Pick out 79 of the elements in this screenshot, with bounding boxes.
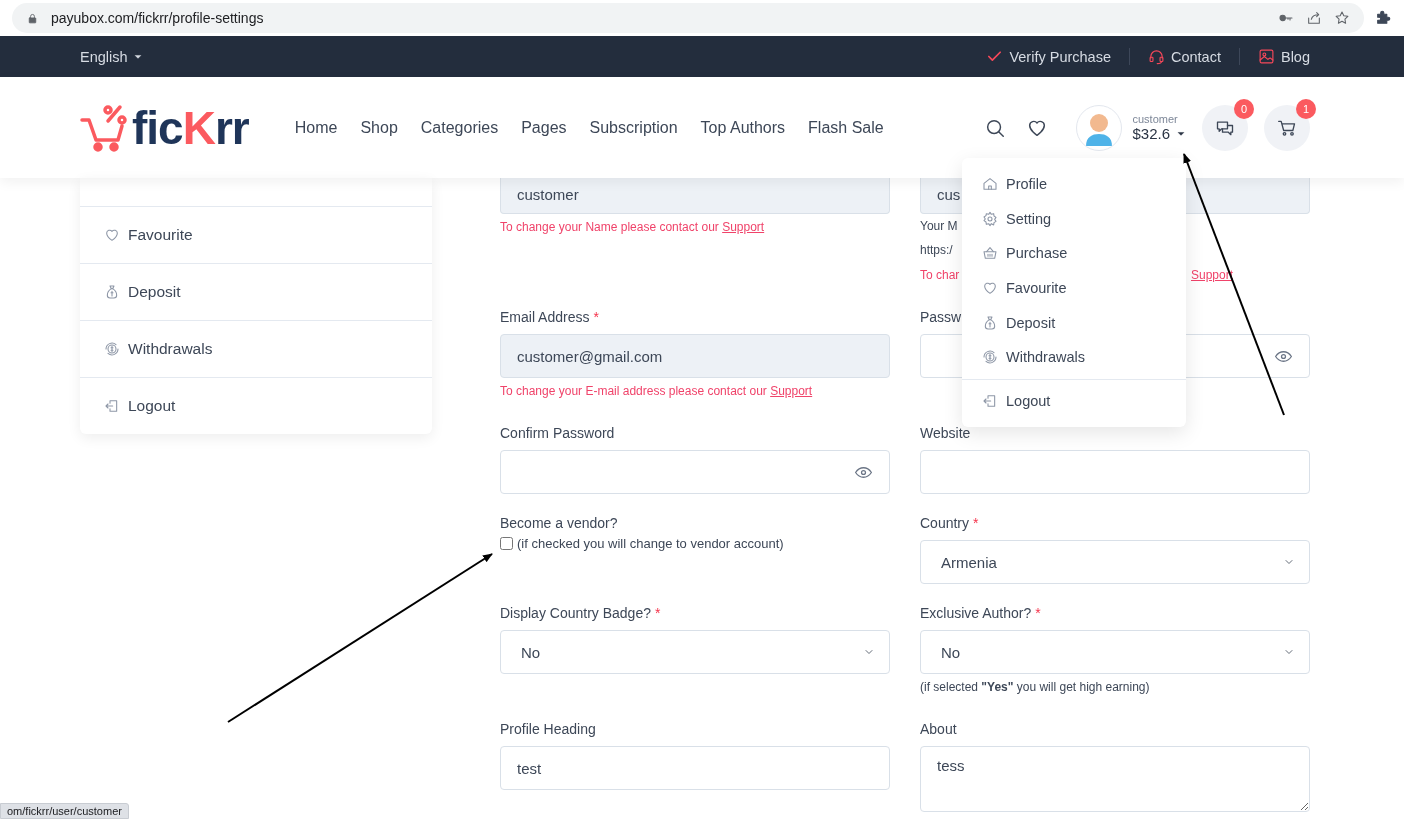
home-icon bbox=[982, 176, 998, 193]
sidebar-item[interactable]: Withdrawals bbox=[80, 321, 432, 378]
top-link[interactable]: Verify Purchase bbox=[968, 48, 1129, 65]
balance-text[interactable]: $32.6 bbox=[1132, 125, 1170, 142]
select-field[interactable]: No bbox=[920, 630, 1310, 674]
hint-text: Your M bbox=[920, 218, 958, 235]
share-icon bbox=[1306, 10, 1322, 26]
field-label: Passw bbox=[920, 308, 962, 326]
select-field[interactable]: No bbox=[500, 630, 890, 674]
field-label: Country * bbox=[920, 514, 979, 532]
count-badge: 0 bbox=[1234, 98, 1254, 119]
hint-text: https:/ bbox=[920, 242, 953, 259]
menu-item[interactable]: Withdrawals bbox=[962, 339, 1186, 375]
field-label: Email Address * bbox=[500, 308, 599, 326]
field-label: Exclusive Author? * bbox=[920, 604, 1041, 622]
sidebar-item[interactable]: Logout bbox=[80, 378, 432, 434]
menu-item[interactable]: Logout bbox=[962, 378, 1186, 419]
logout-icon bbox=[104, 398, 120, 414]
hint-text: (if selected "Yes" you will get high earning) bbox=[920, 679, 1150, 696]
menu-item[interactable]: Purchase bbox=[962, 236, 1186, 271]
text-field[interactable] bbox=[920, 450, 1310, 494]
logo-text[interactable]: ficKrr bbox=[132, 100, 249, 155]
field-label: Profile Heading bbox=[500, 720, 596, 738]
nav-link[interactable]: Top Authors bbox=[700, 118, 786, 137]
lock-icon bbox=[26, 11, 39, 25]
heart-icon bbox=[982, 280, 998, 297]
count-badge: 1 bbox=[1296, 98, 1316, 119]
sidebar-item[interactable]: Deposit bbox=[80, 264, 432, 321]
nav-link[interactable]: Pages bbox=[521, 118, 567, 137]
support-hint: To char bbox=[920, 267, 960, 284]
nav-link[interactable]: Categories bbox=[420, 118, 499, 137]
support-link[interactable]: Support bbox=[770, 384, 813, 398]
money-bag-icon bbox=[982, 314, 998, 331]
headset-icon bbox=[1148, 48, 1165, 65]
text-area[interactable]: tess bbox=[920, 746, 1310, 812]
support-hint: To change your Name please contact our Support bbox=[500, 219, 765, 236]
dollar-exchange-icon bbox=[104, 341, 120, 357]
nav-link[interactable]: Flash Sale bbox=[808, 118, 884, 137]
field-label: Display Country Badge? * bbox=[500, 604, 661, 622]
support-hint: To change your E-mail address please contact our Support bbox=[500, 383, 813, 400]
text-field[interactable]: test bbox=[500, 746, 890, 790]
top-link[interactable]: Contact bbox=[1129, 48, 1239, 65]
gear-icon bbox=[982, 210, 998, 227]
sidebar-item[interactable]: Favourite bbox=[80, 207, 432, 264]
field-label: Website bbox=[920, 424, 971, 442]
nav-link[interactable]: Home bbox=[294, 118, 338, 137]
checkbox-label: (if checked you will change to vendor account) bbox=[517, 536, 784, 551]
address-bar[interactable]: payubox.com/fickrr/profile-settings bbox=[12, 3, 1364, 33]
menu-item[interactable]: Setting bbox=[962, 201, 1186, 237]
logout-icon bbox=[982, 392, 998, 409]
puzzle-icon bbox=[1374, 9, 1392, 27]
select-field[interactable]: Armenia bbox=[920, 540, 1310, 584]
star-icon bbox=[1334, 10, 1350, 26]
status-bar: om/fickrr/user/customer bbox=[0, 803, 129, 819]
field-label: Become a vendor? bbox=[500, 514, 618, 532]
heart-icon bbox=[104, 227, 120, 243]
nav-link[interactable]: Shop bbox=[360, 118, 398, 137]
support-link[interactable]: Support bbox=[722, 220, 765, 234]
user-name: customer bbox=[1132, 113, 1179, 125]
basket-icon bbox=[982, 245, 998, 262]
url-text: payubox.com/fickrr/profile-settings bbox=[51, 10, 264, 26]
menu-item[interactable]: Deposit bbox=[962, 305, 1186, 340]
menu-item[interactable]: Favourite bbox=[962, 270, 1186, 306]
messages-button[interactable] bbox=[1202, 104, 1248, 151]
top-link[interactable]: Blog bbox=[1238, 48, 1310, 65]
text-field[interactable]: customer@gmail.com bbox=[500, 334, 890, 378]
field-label: Confirm Password bbox=[500, 424, 615, 442]
dollar-exchange-icon bbox=[982, 349, 998, 366]
image-icon bbox=[1257, 48, 1275, 65]
money-bag-icon bbox=[104, 284, 120, 300]
menu-item[interactable]: Profile bbox=[962, 167, 1186, 202]
cart-button[interactable] bbox=[1264, 104, 1310, 151]
password-field[interactable] bbox=[500, 450, 890, 494]
text-field[interactable]: customer bbox=[500, 178, 890, 214]
field-label: About bbox=[920, 720, 957, 738]
cart-logo-icon bbox=[80, 103, 130, 152]
checkbox[interactable] bbox=[500, 537, 513, 550]
nav-link[interactable]: Subscription bbox=[589, 118, 678, 137]
language-dropdown[interactable]: English bbox=[80, 48, 143, 65]
